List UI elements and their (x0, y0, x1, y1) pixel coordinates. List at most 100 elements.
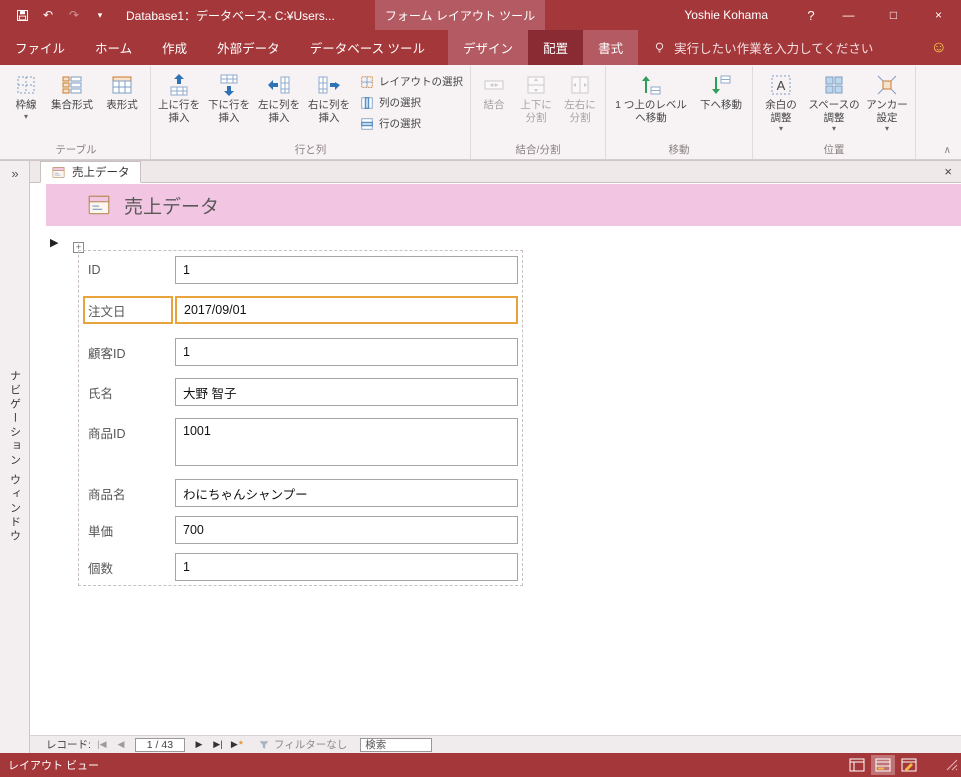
tab-design[interactable]: デザイン (448, 30, 528, 65)
select-row-button[interactable]: 行の選択 (360, 116, 463, 131)
tab-format[interactable]: 書式 (583, 30, 638, 65)
control-margins-icon (769, 71, 793, 99)
expand-nav-pane-button[interactable]: » (0, 166, 30, 181)
layout-view-button[interactable] (871, 755, 895, 775)
field-input-order-date[interactable]: 2017/09/01 (175, 296, 518, 324)
tab-database-tools[interactable]: データベース ツール (295, 30, 440, 65)
tell-me-box[interactable]: 実行したい作業を入力してください (652, 30, 873, 65)
anchoring-button[interactable]: アンカー 設定 ▾ (862, 66, 912, 142)
tab-arrange[interactable]: 配置 (528, 30, 584, 65)
tab-file[interactable]: ファイル (0, 30, 80, 65)
document-tab-bar: 売上データ × (30, 160, 961, 183)
new-record-button[interactable]: ▶ * (229, 737, 245, 752)
first-record-button[interactable]: |◀ (94, 737, 110, 752)
field-row-id: ID 1 (81, 256, 520, 284)
merge-icon (482, 71, 506, 99)
field-label-unit-price[interactable]: 単価 (83, 516, 173, 544)
field-label-quantity[interactable]: 個数 (83, 553, 173, 581)
split-vertically-button: 上下に 分割 (514, 66, 558, 142)
document-close-button[interactable]: × (944, 164, 952, 179)
design-view-button[interactable] (897, 755, 921, 775)
field-label-name[interactable]: 氏名 (83, 378, 173, 406)
tab-create[interactable]: 作成 (147, 30, 202, 65)
qat-customize-button[interactable]: ▾ (92, 7, 108, 23)
minimize-button[interactable]: — (826, 0, 871, 30)
tabular-layout-icon (110, 71, 134, 99)
undo-button[interactable]: ↶ (40, 7, 56, 23)
tab-external-data[interactable]: 外部データ (202, 30, 295, 65)
close-button[interactable]: × (916, 0, 961, 30)
select-layout-button[interactable]: レイアウトの選択 (360, 74, 463, 89)
tabular-layout-button[interactable]: 表形式 (97, 66, 147, 142)
field-row-product-name: 商品名 わにちゃんシャンプー (81, 479, 520, 507)
user-account[interactable]: Yoshie Kohama (684, 8, 768, 22)
field-input-product-name[interactable]: わにちゃんシャンプー (175, 479, 518, 507)
field-label-id[interactable]: ID (83, 256, 173, 284)
field-input-customer-id[interactable]: 1 (175, 338, 518, 366)
form-header[interactable]: 売上データ (46, 184, 961, 226)
move-down-button[interactable]: 下へ移動 (693, 66, 749, 142)
split-vertically-icon (524, 71, 548, 99)
feedback-smiley-button[interactable]: ☺ (931, 30, 947, 65)
search-input[interactable]: 検索 (360, 737, 433, 752)
field-input-unit-price[interactable]: 700 (175, 516, 518, 544)
maximize-button[interactable]: □ (871, 0, 916, 30)
next-record-button[interactable]: ▶ (191, 737, 207, 752)
document-tab-sales-data[interactable]: 売上データ (40, 161, 141, 183)
resize-grip[interactable] (946, 759, 958, 774)
insert-row-below-icon (217, 71, 241, 99)
field-row-product-id: 商品ID 1001 (81, 418, 520, 466)
insert-column-right-button[interactable]: 右に列を 挿入 (304, 66, 354, 142)
save-button[interactable] (14, 7, 30, 23)
redo-button[interactable]: ↷ (66, 7, 82, 23)
record-navigation-bar: レコード: |◀ ◀ 1 / 43 ▶ ▶| ▶ * フィルターなし 検索 (30, 735, 961, 753)
last-record-button[interactable]: ▶| (210, 737, 226, 752)
field-row-unit-price: 単価 700 (81, 516, 520, 544)
control-padding-button[interactable]: スペースの 調整 ▾ (806, 66, 862, 142)
ribbon-group-rows-columns: 上に行を 挿入 下に行を 挿入 左に列を 挿入 右に列を 挿入 レイアウトの選択… (151, 66, 471, 159)
tab-home[interactable]: ホーム (80, 30, 147, 65)
form-view-button[interactable] (845, 755, 869, 775)
help-button[interactable]: ? (796, 8, 826, 23)
control-margins-button[interactable]: 余白の 調整 ▾ (756, 66, 806, 142)
insert-row-below-button[interactable]: 下に行を 挿入 (204, 66, 254, 142)
tell-me-text: 実行したい作業を入力してください (674, 42, 874, 56)
group-label-position: 位置 (823, 144, 845, 156)
field-label-order-date[interactable]: 注文日 (83, 296, 173, 324)
current-record-box[interactable]: 1 / 43 (134, 737, 185, 752)
record-selector-arrow[interactable]: ▶ (50, 236, 58, 249)
merge-button: 結合 (474, 66, 514, 142)
select-column-button[interactable]: 列の選択 (360, 95, 463, 110)
filter-status[interactable]: フィルターなし (258, 737, 347, 752)
navigation-pane-collapsed[interactable]: » ナビゲーション ウィンドウ (0, 160, 30, 753)
stacked-layout-button[interactable]: 集合形式 (47, 66, 97, 142)
move-up-button[interactable]: 1 つ上のレベル へ移動 (609, 66, 693, 142)
record-nav-label: レコード: (46, 739, 91, 751)
insert-column-left-button[interactable]: 左に列を 挿入 (254, 66, 304, 142)
ribbon: 枠線 ▾ 集合形式 表形式 テーブル 上に行を 挿入 下に行を 挿入 左に列を … (0, 65, 961, 160)
gridlines-button[interactable]: 枠線 ▾ (5, 66, 47, 142)
field-row-customer-id: 顧客ID 1 (81, 338, 520, 366)
ribbon-group-position: 余白の 調整 ▾ スペースの 調整 ▾ アンカー 設定 ▾ 位置 (753, 66, 916, 159)
group-label-table: テーブル (55, 144, 97, 156)
control-layout-grid[interactable]: ID 1 注文日 2017/09/01 顧客ID 1 氏名 大野 智子 商品ID… (78, 250, 523, 586)
field-input-name[interactable]: 大野 智子 (175, 378, 518, 406)
form-layout-view: 売上データ ▶ + ID 1 注文日 2017/09/01 顧客ID 1 氏名 … (30, 184, 961, 735)
ribbon-group-table: 枠線 ▾ 集合形式 表形式 テーブル (2, 66, 151, 159)
window-title: Database1：データベース- C:¥Users... (126, 8, 335, 23)
document-tab-label: 売上データ (72, 167, 130, 179)
ribbon-tab-bar: ファイル ホーム 作成 外部データ データベース ツール デザイン 配置 書式 … (0, 30, 961, 65)
field-label-product-id[interactable]: 商品ID (83, 418, 173, 466)
field-input-id[interactable]: 1 (175, 256, 518, 284)
collapse-ribbon-button[interactable]: ∧ (944, 145, 951, 156)
insert-row-above-button[interactable]: 上に行を 挿入 (154, 66, 204, 142)
title-bar: ↶ ↷ ▾ Database1：データベース- C:¥Users... フォーム… (0, 0, 961, 30)
previous-record-button[interactable]: ◀ (113, 737, 129, 752)
filter-icon (258, 739, 270, 751)
field-label-customer-id[interactable]: 顧客ID (83, 338, 173, 366)
control-padding-icon (822, 71, 846, 99)
ribbon-group-move: 1 つ上のレベル へ移動 下へ移動 移動 (606, 66, 753, 159)
field-label-product-name[interactable]: 商品名 (83, 479, 173, 507)
field-input-quantity[interactable]: 1 (175, 553, 518, 581)
field-input-product-id[interactable]: 1001 (175, 418, 518, 466)
